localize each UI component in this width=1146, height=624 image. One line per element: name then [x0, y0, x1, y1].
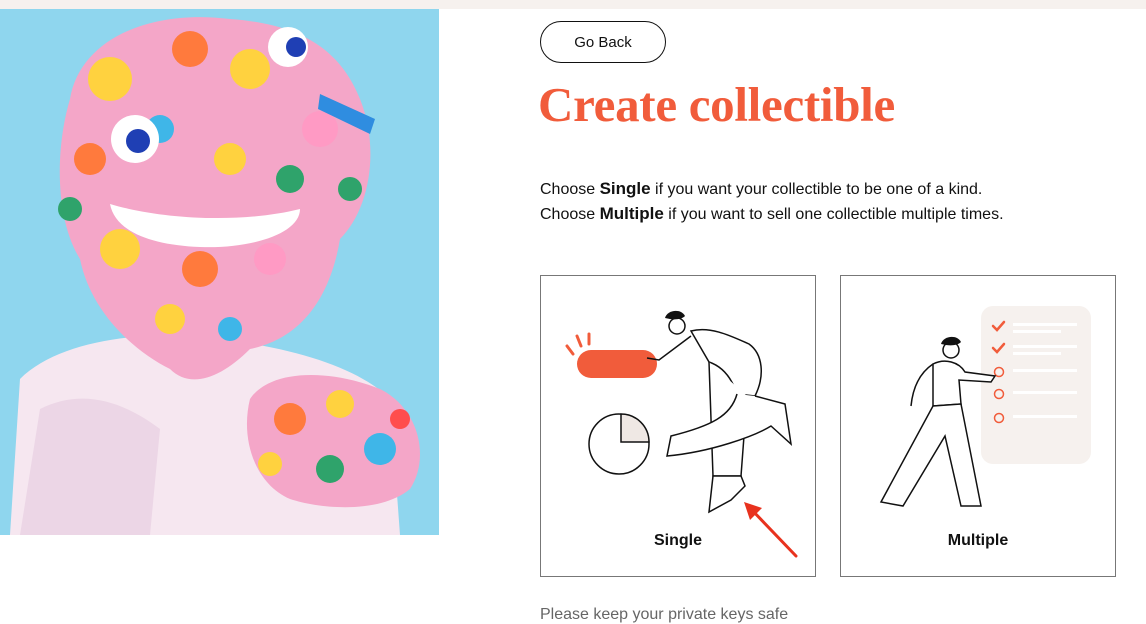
single-illustration: [565, 310, 793, 514]
multiple-illustration: [879, 306, 1091, 507]
page-title: Create collectible: [538, 77, 895, 132]
hero-artwork: [0, 9, 439, 535]
description-line-single: Choose Single if you want your collectib…: [540, 179, 983, 198]
go-back-button[interactable]: Go Back: [540, 21, 666, 63]
top-bar: [0, 0, 1146, 9]
description: Choose Single if you want your collectib…: [540, 177, 1004, 227]
annotation-arrow-icon: [744, 502, 798, 558]
multiple-label: Multiple: [947, 532, 1009, 549]
description-line-multiple: Choose Multiple if you want to sell one …: [540, 204, 1004, 223]
multiple-option-card[interactable]: Multiple: [840, 275, 1116, 577]
private-keys-note: Please keep your private keys safe: [540, 606, 789, 623]
